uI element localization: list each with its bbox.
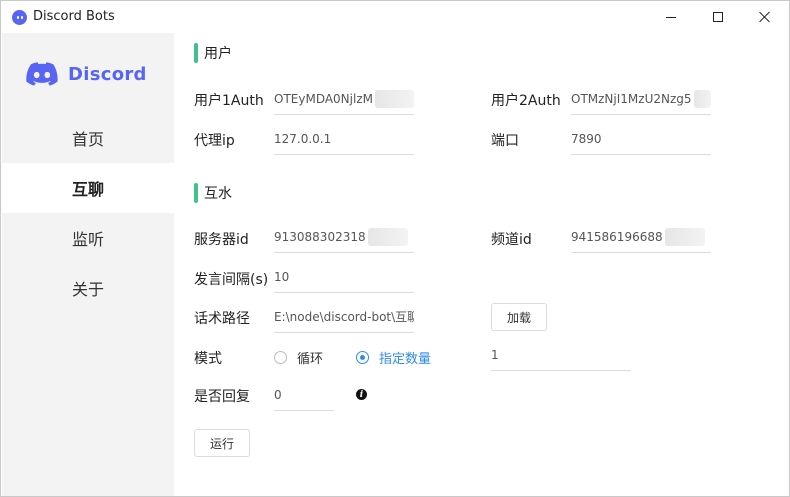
proxy-ip-value: 127.0.0.1 xyxy=(274,131,332,146)
mode-radio-loop[interactable]: 循环 xyxy=(274,348,323,367)
discord-logo-icon xyxy=(26,62,58,86)
server-id-label: 服务器id xyxy=(194,232,249,248)
mode-radio-count[interactable]: 指定数量 xyxy=(356,348,431,367)
app-window: Discord Bots Discord 首页 互聊 监听 关于 用户 用户1A… xyxy=(0,0,790,497)
mode-count-label: 指定数量 xyxy=(379,352,432,367)
info-icon[interactable]: i xyxy=(356,389,367,400)
section-interact-title: 互水 xyxy=(194,183,232,203)
main-content: 用户 用户1Auth OTEyMDA0NjlzM 用户2Auth OTMzNjI… xyxy=(174,33,789,496)
minimize-icon xyxy=(666,16,676,18)
user1-auth-label: 用户1Auth xyxy=(194,93,264,109)
section-marker xyxy=(194,183,198,203)
sidebar-item-home[interactable]: 首页 xyxy=(2,113,174,163)
count-value: 1 xyxy=(491,347,499,362)
section-user-title: 用户 xyxy=(194,43,232,63)
port-label: 端口 xyxy=(491,133,519,149)
interval-field[interactable]: 10 xyxy=(274,261,414,293)
reply-field[interactable]: 0 xyxy=(274,379,334,411)
load-button[interactable]: 加载 xyxy=(491,303,547,331)
title-bar: Discord Bots xyxy=(1,1,789,33)
server-id-value: 913088302318 xyxy=(274,229,366,244)
reply-value: 0 xyxy=(274,387,282,402)
server-id-field[interactable]: 913088302318 xyxy=(274,221,414,253)
user1-auth-value: OTEyMDA0NjlzM xyxy=(274,91,373,106)
mode-loop-label: 循环 xyxy=(297,352,324,367)
script-path-value: E:\node\discord-bot\互聊话 xyxy=(274,310,414,324)
window-title: Discord Bots xyxy=(33,9,115,24)
interval-value: 10 xyxy=(274,269,290,284)
user2-auth-field[interactable]: OTMzNjI1MzU2Nzg5 xyxy=(571,83,711,115)
minimize-button[interactable] xyxy=(648,1,694,33)
discord-app-icon xyxy=(12,10,27,25)
sidebar-item-monitor[interactable]: 监听 xyxy=(2,213,174,263)
channel-id-field[interactable]: 941586196688 xyxy=(571,221,711,253)
close-button[interactable] xyxy=(742,1,788,33)
user2-auth-value: OTMzNjI1MzU2Nzg5 xyxy=(571,91,692,106)
sidebar-item-chat[interactable]: 互聊 xyxy=(2,163,174,213)
redaction-blur xyxy=(374,89,414,108)
reply-label: 是否回复 xyxy=(194,389,250,405)
redaction-blur xyxy=(664,227,705,246)
interval-label: 发言间隔(s) xyxy=(194,272,269,288)
channel-id-label: 频道id xyxy=(491,232,532,248)
count-field[interactable]: 1 xyxy=(491,339,631,371)
sidebar: Discord 首页 互聊 监听 关于 xyxy=(2,33,174,496)
brand-name: Discord xyxy=(68,63,147,85)
proxy-ip-field[interactable]: 127.0.0.1 xyxy=(274,123,414,155)
port-value: 7890 xyxy=(571,131,602,146)
redaction-blur xyxy=(693,89,711,108)
section-interact-label: 互水 xyxy=(204,186,232,202)
user2-auth-label: 用户2Auth xyxy=(491,93,561,109)
port-field[interactable]: 7890 xyxy=(571,123,711,155)
maximize-button[interactable] xyxy=(695,1,741,33)
run-button[interactable]: 运行 xyxy=(194,429,250,457)
radio-circle-checked xyxy=(356,351,369,364)
proxy-ip-label: 代理ip xyxy=(194,133,235,149)
sidebar-item-about[interactable]: 关于 xyxy=(2,263,174,313)
section-marker xyxy=(194,43,198,63)
mode-label: 模式 xyxy=(194,351,222,367)
channel-id-value: 941586196688 xyxy=(571,229,663,244)
maximize-icon xyxy=(713,12,723,22)
script-path-label: 话术路径 xyxy=(194,311,250,327)
brand: Discord xyxy=(26,59,147,89)
radio-circle xyxy=(274,351,287,364)
section-user-label: 用户 xyxy=(204,46,232,62)
redaction-blur xyxy=(367,227,408,246)
close-icon xyxy=(759,11,771,23)
user1-auth-field[interactable]: OTEyMDA0NjlzM xyxy=(274,83,414,115)
script-path-field[interactable]: E:\node\discord-bot\互聊话 xyxy=(274,301,414,333)
